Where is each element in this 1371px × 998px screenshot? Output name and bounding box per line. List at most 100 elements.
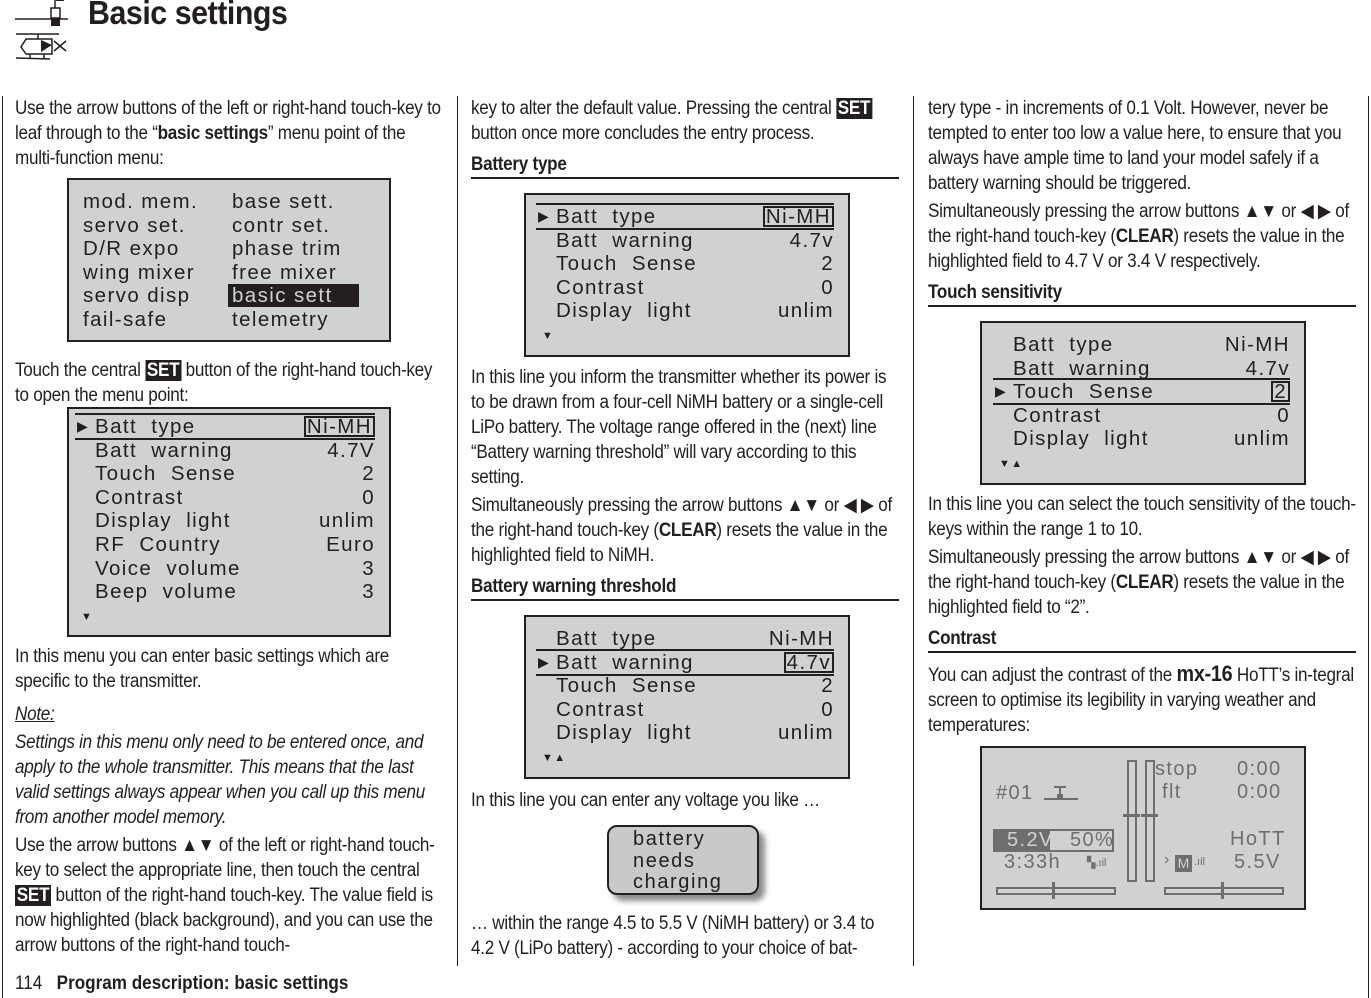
settings-row[interactable]: Touch Sense 2 [556, 674, 834, 697]
setting-value[interactable]: 4.7v [1246, 357, 1290, 380]
trim-marker [1141, 814, 1158, 817]
column-divider [2, 96, 3, 998]
column-2: key to alter the default value. Pressing… [471, 96, 901, 187]
rx-voltage: 5.5V [1234, 851, 1281, 873]
menu-item[interactable]: base sett. [232, 190, 335, 213]
note-text: Settings in this menu only need to be en… [15, 732, 426, 828]
settings-row[interactable]: Display light unlim [556, 721, 834, 744]
setting-label: Display light [95, 509, 231, 533]
battery-percent: 50% [1070, 829, 1115, 851]
menu-item[interactable]: contr set. [232, 214, 330, 237]
menu-item[interactable]: free mixer [232, 261, 337, 284]
settings-row[interactable]: ▶ Batt type Ni-MH [536, 203, 834, 230]
settings-row[interactable]: Batt type Ni-MH [556, 627, 834, 650]
setting-value[interactable]: 0 [1277, 404, 1290, 427]
setting-label: Contrast [1013, 403, 1102, 427]
selection-pointer-icon: ▶ [995, 383, 1008, 400]
batt-warning-screen: Batt type Ni-MH ▶ Batt warning 4.7v Touch Sen… [524, 615, 850, 779]
heading-battery-type: Battery type [471, 152, 899, 179]
setting-value[interactable]: 4.7V [327, 439, 375, 462]
setting-value[interactable]: Euro [326, 533, 375, 556]
setting-value[interactable]: 4.7v [783, 651, 834, 673]
setting-label: Display light [556, 721, 692, 745]
setting-label: Batt type [1013, 333, 1114, 356]
paragraph: You can adjust the contrast of the mx-16… [928, 661, 1354, 736]
setting-value[interactable]: 2 [362, 462, 375, 485]
menu-item[interactable]: wing mixer [83, 261, 195, 284]
settings-row[interactable]: Contrast 0 [556, 698, 834, 721]
setting-label: Contrast [95, 485, 184, 509]
paragraph: key to alter the default value. Pressing… [471, 98, 873, 144]
settings-row[interactable]: ▶ Touch Sense 2 [993, 378, 1290, 406]
column-3: tery type - in increments of 0.1 Volt. H… [928, 96, 1358, 315]
setting-value[interactable]: 2 [821, 674, 834, 697]
settings-row[interactable]: Batt type Ni-MH [1013, 333, 1290, 356]
column-divider [913, 96, 914, 966]
setting-value[interactable]: 2 [821, 252, 834, 275]
home-screen: #01 stop 0:00 flt 0:00 5.2V 50% 3:33h ▚.… [980, 746, 1306, 910]
setting-label: Batt warning [556, 228, 694, 252]
setting-value[interactable]: 0 [821, 276, 834, 299]
stop-label: stop [1155, 758, 1199, 780]
paragraph: Touch the central SET button of the righ… [15, 360, 433, 406]
settings-row[interactable]: Batt warning 4.7v [556, 229, 834, 252]
flight-time: 0:00 [1237, 781, 1282, 803]
paragraph: … within the range 4.5 to 5.5 V (NiMH ba… [471, 913, 875, 959]
settings-row[interactable]: Display light unlim [1013, 427, 1290, 450]
setting-value[interactable]: Ni-MH [303, 416, 375, 437]
settings-row[interactable]: Touch Sense 2 [95, 462, 375, 485]
set-key-badge: SET [835, 98, 873, 119]
setting-value[interactable]: 0 [362, 486, 375, 509]
setting-value[interactable]: unlim [778, 299, 834, 322]
mode-badge: M [1175, 855, 1192, 872]
menu-item[interactable]: fail-safe [83, 308, 167, 331]
paragraph: tery type - in increments of 0.1 Volt. H… [928, 98, 1342, 194]
menu-item[interactable]: D/R expo [83, 237, 180, 260]
flight-label: flt [1162, 781, 1182, 803]
setting-value[interactable]: 4.7v [790, 229, 834, 252]
menu-item[interactable]: basic sett [228, 284, 359, 308]
settings-row[interactable]: Touch Sense 2 [556, 252, 834, 275]
setting-label: Contrast [556, 697, 645, 721]
setting-value[interactable]: 3 [362, 557, 375, 580]
settings-row[interactable]: Display light unlim [95, 509, 375, 532]
setting-value[interactable]: Ni-MH [769, 627, 834, 650]
settings-row[interactable]: Beep volume 3 [95, 580, 375, 603]
menu-item[interactable]: phase trim [232, 237, 342, 260]
settings-row[interactable]: RF Country Euro [95, 533, 375, 556]
settings-row[interactable]: Batt warning 4.7V [95, 439, 375, 462]
settings-row[interactable]: Contrast 0 [1013, 404, 1290, 427]
note-label: Note: [15, 704, 55, 725]
setting-label: Batt type [556, 205, 657, 228]
settings-row[interactable]: Display light unlim [556, 299, 834, 322]
settings-row[interactable]: Contrast 0 [95, 486, 375, 509]
menu-item[interactable]: servo disp [83, 284, 190, 307]
setting-value[interactable]: 0 [821, 698, 834, 721]
scroll-indicator-icon: ▼ [81, 610, 94, 623]
selection-pointer-icon: ▶ [538, 208, 551, 224]
setting-value[interactable]: Ni-MH [762, 206, 834, 227]
helicopter-icon [15, 33, 67, 60]
heading-touch-sensitivity: Touch sensitivity [928, 280, 1356, 307]
setting-value[interactable]: 3 [362, 580, 375, 603]
setting-value[interactable]: unlim [1234, 427, 1290, 450]
settings-row[interactable]: ▶ Batt type Ni-MH [75, 413, 375, 440]
system-label: HoTT [1230, 828, 1286, 850]
column-2-middle: In this line you inform the transmitter … [471, 365, 901, 609]
menu-item[interactable]: servo set. [83, 214, 186, 237]
setting-value[interactable]: unlim [319, 509, 375, 532]
settings-row[interactable]: ▶ Batt warning 4.7v [536, 648, 834, 676]
settings-row[interactable]: Contrast 0 [556, 276, 834, 299]
setting-value[interactable]: unlim [778, 721, 834, 744]
settings-row[interactable]: Batt warning 4.7v [1013, 357, 1290, 380]
paragraph: Use the arrow buttons ▲▼ of the left or … [15, 835, 435, 956]
settings-row[interactable]: Voice volume 3 [95, 557, 375, 580]
menu-item[interactable]: telemetry [232, 308, 329, 331]
battery-warning-popup: battery needs charging [607, 825, 759, 895]
setting-value[interactable]: Ni-MH [1225, 333, 1290, 356]
setting-label: Touch Sense [556, 252, 698, 276]
basic-settings-screen-full: ▶ Batt type Ni-MH Batt warning 4.7V Touch Sen… [67, 407, 391, 637]
heading-contrast: Contrast [928, 626, 1356, 653]
setting-value[interactable]: 2 [1271, 381, 1290, 403]
menu-item[interactable]: mod. mem. [83, 190, 198, 213]
